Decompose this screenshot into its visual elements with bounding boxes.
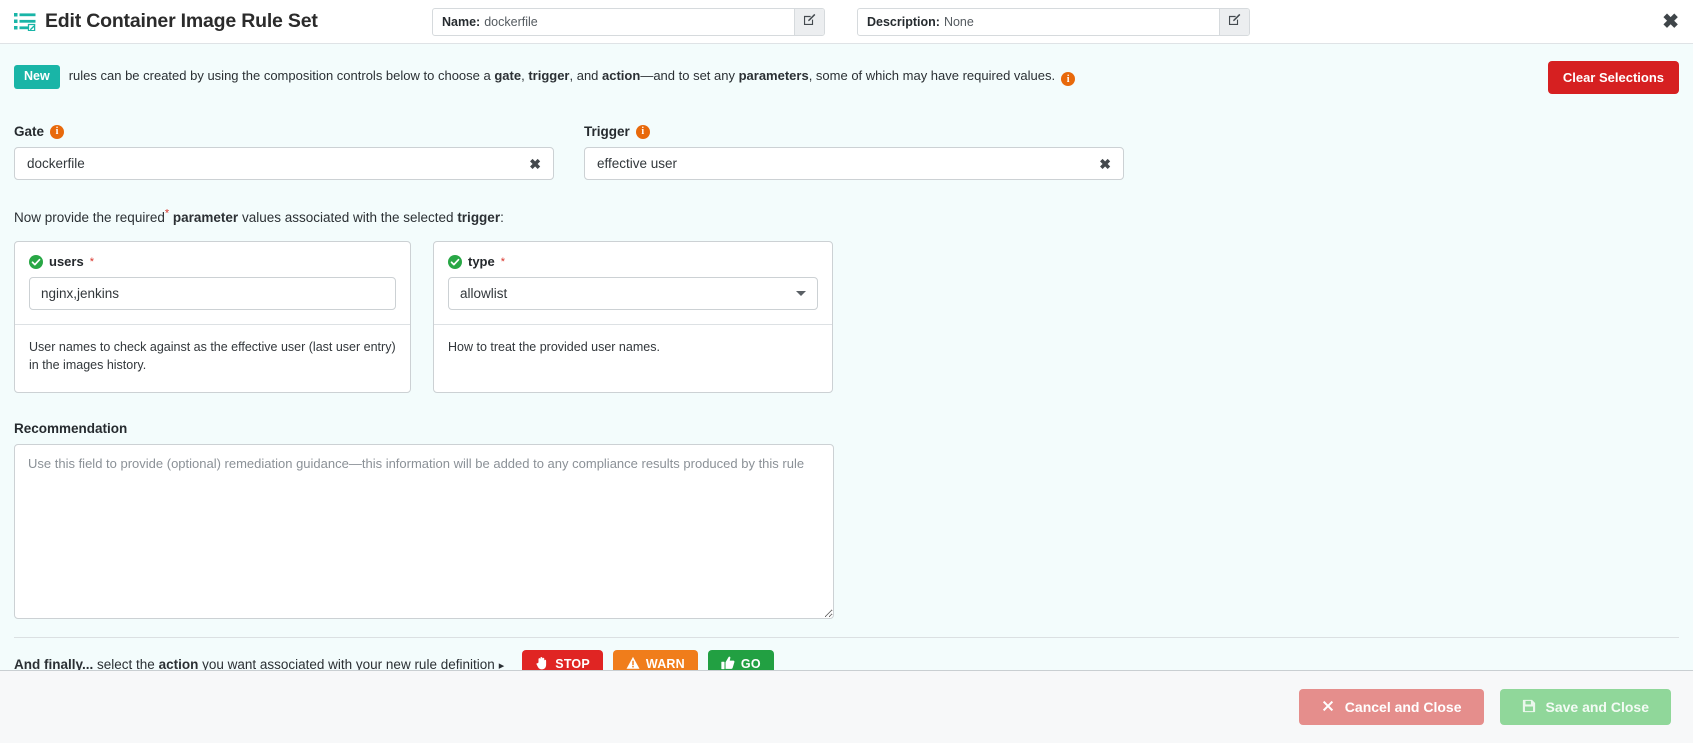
- type-select-value: allowlist: [460, 286, 508, 301]
- action-go-button[interactable]: GO: [707, 649, 774, 670]
- action-warn-label: WARN: [645, 657, 685, 670]
- banner-bold-parameters: parameters: [738, 67, 809, 83]
- x-icon: [1321, 699, 1335, 716]
- banner-text-3: , and: [569, 67, 603, 83]
- description-field-value: None: [943, 14, 974, 29]
- banner-text-5: , some of which may have required values…: [808, 67, 1056, 83]
- users-input[interactable]: [29, 277, 396, 310]
- parameter-cards: users* User names to check against as th…: [14, 241, 1679, 394]
- banner-text-1: rules can be created by using the compos…: [68, 67, 495, 83]
- check-circle-icon: [29, 254, 43, 269]
- dialog-body: New rules can be created by using the co…: [0, 44, 1693, 670]
- name-field-group: Name: dockerfile: [432, 7, 825, 36]
- description-field-group: Description: None: [857, 7, 1250, 36]
- composition-banner: New rules can be created by using the co…: [14, 44, 1679, 94]
- edit-name-button[interactable]: [794, 8, 824, 35]
- banner-bold-action: action: [602, 67, 641, 83]
- gate-select-value: dockerfile: [27, 156, 85, 171]
- check-circle-icon: [448, 254, 462, 269]
- recommendation-textarea[interactable]: [14, 444, 834, 620]
- thumbs-up-icon: [721, 656, 735, 670]
- name-field-value: dockerfile: [484, 14, 538, 29]
- trigger-clear-icon[interactable]: ✖: [1099, 157, 1111, 171]
- gate-label-row: Gate i: [14, 124, 554, 139]
- edit-rule-set-dialog: Edit Container Image Rule Set Name: dock…: [0, 0, 1693, 743]
- name-field-label: Name:: [442, 14, 481, 29]
- intro-text-1: Now provide the required: [14, 210, 165, 225]
- intro-bold-trigger: trigger: [457, 210, 501, 225]
- new-badge: New: [14, 65, 60, 89]
- recommendation-label: Recommendation: [14, 421, 128, 437]
- final-text-2: you want associated with your new rule d…: [198, 656, 495, 670]
- close-icon[interactable]: ✖: [1662, 12, 1679, 32]
- info-icon[interactable]: i: [635, 124, 650, 139]
- trigger-label: Trigger: [584, 124, 630, 139]
- info-icon[interactable]: i: [50, 124, 65, 139]
- description-field-display: Description: None: [858, 9, 1219, 35]
- banner-bold-gate: gate: [494, 67, 522, 83]
- parameter-name: users: [49, 254, 84, 269]
- parameter-card-type: type * allowlist How to treat the provide…: [433, 241, 833, 394]
- parameter-name: type: [468, 254, 495, 269]
- trigger-select[interactable]: effective user ✖: [584, 147, 1124, 180]
- description-field-label: Description:: [867, 14, 940, 29]
- dialog-footer: Cancel and Close Save and Close: [0, 670, 1693, 743]
- action-go-label: GO: [740, 657, 761, 670]
- hand-icon: [535, 656, 549, 670]
- parameter-card-body: allowlist: [434, 269, 832, 324]
- parameter-card-users: users* User names to check against as th…: [14, 241, 411, 394]
- parameter-card-header: type *: [434, 242, 832, 269]
- action-selection-text: And finally... select the action you wan…: [14, 657, 512, 670]
- pencil-square-icon: [803, 13, 816, 31]
- final-text-1: select the: [93, 656, 159, 670]
- trigger-select-value: effective user: [597, 156, 678, 171]
- intro-text-4: :: [500, 210, 504, 225]
- clear-selections-button[interactable]: Clear Selections: [1547, 60, 1679, 94]
- banner-text: rules can be created by using the compos…: [68, 67, 1076, 87]
- info-icon[interactable]: i: [1061, 72, 1076, 87]
- gate-clear-icon[interactable]: ✖: [529, 157, 541, 171]
- save-and-close-button[interactable]: Save and Close: [1499, 689, 1671, 725]
- action-stop-button[interactable]: STOP: [522, 649, 603, 670]
- action-stop-label: STOP: [555, 657, 590, 670]
- parameter-help-text: User names to check against as the effec…: [15, 324, 410, 392]
- action-selection-row: And finally... select the action you wan…: [14, 638, 1679, 670]
- dialog-header: Edit Container Image Rule Set Name: dock…: [0, 0, 1693, 44]
- parameter-card-body: [15, 269, 410, 324]
- cancel-and-close-button[interactable]: Cancel and Close: [1298, 689, 1484, 725]
- trigger-label-row: Trigger i: [584, 124, 1124, 139]
- warning-triangle-icon: [626, 656, 640, 670]
- gate-select[interactable]: dockerfile ✖: [14, 147, 554, 180]
- name-field-display: Name: dockerfile: [433, 9, 794, 35]
- parameter-card-header: users *: [15, 242, 410, 269]
- final-bold-prefix: And finally...: [14, 656, 94, 670]
- edit-description-button[interactable]: [1219, 8, 1249, 35]
- list-edit-icon: [14, 12, 36, 32]
- intro-bold-parameter: parameter: [172, 210, 239, 225]
- title-group: Edit Container Image Rule Set: [14, 10, 318, 33]
- parameter-help-text: How to treat the provided user names.: [434, 324, 832, 386]
- banner-text-4: —and to set any: [640, 67, 739, 83]
- gate-column: Gate i dockerfile ✖: [14, 124, 554, 180]
- trigger-column: Trigger i effective user ✖: [584, 124, 1124, 180]
- gate-trigger-row: Gate i dockerfile ✖ Trigger i effective us…: [14, 124, 1679, 180]
- banner-bold-trigger: trigger: [528, 67, 570, 83]
- gate-label: Gate: [14, 124, 45, 139]
- type-select[interactable]: allowlist: [448, 277, 818, 310]
- final-bold-action: action: [158, 656, 199, 670]
- save-and-close-label: Save and Close: [1545, 699, 1650, 715]
- parameters-intro: Now provide the required* parameter valu…: [14, 208, 1679, 225]
- pencil-square-icon: [1228, 13, 1241, 31]
- action-warn-button[interactable]: WARN: [612, 649, 698, 670]
- cancel-and-close-label: Cancel and Close: [1344, 699, 1462, 715]
- floppy-disk-icon: [1522, 699, 1536, 716]
- intro-text-3: values associated with the selected: [238, 210, 458, 225]
- chevron-down-icon: [796, 291, 806, 296]
- page-title: Edit Container Image Rule Set: [45, 10, 318, 32]
- arrow-icon: ▸: [498, 659, 505, 670]
